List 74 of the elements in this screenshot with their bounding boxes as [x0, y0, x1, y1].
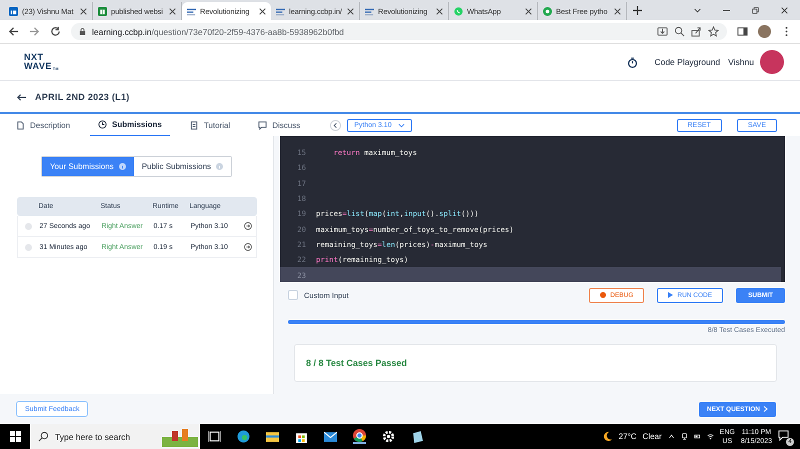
arrow-circle-icon[interactable]	[244, 222, 252, 230]
plus-icon[interactable]	[633, 6, 642, 14]
checkbox[interactable]	[288, 290, 298, 300]
address-field[interactable]: learning.ccbp.in/question/73e70f20-2f59-4376-aa8b-5938962b0fbd	[71, 23, 727, 40]
tab[interactable]: Description	[8, 114, 78, 136]
speech-bubble-icon	[258, 120, 268, 130]
document-icon	[16, 120, 25, 130]
search-placeholder: Type here to search	[55, 432, 130, 442]
lock-icon	[79, 28, 86, 35]
collapse-button[interactable]	[330, 120, 342, 130]
clock-icon	[98, 120, 108, 129]
circle-icon	[543, 6, 552, 16]
notification-icon[interactable]	[778, 430, 789, 440]
lines-icon	[276, 6, 285, 16]
back-icon[interactable]	[8, 26, 19, 37]
battery-icon[interactable]	[694, 433, 701, 440]
mail-icon[interactable]	[324, 430, 337, 443]
status-dot	[25, 244, 32, 250]
spreadsheet-icon	[98, 6, 107, 16]
submissions-toggle[interactable]: Your Submissions	[42, 157, 134, 176]
lines-icon	[365, 6, 374, 16]
user-name: Vishnu	[728, 57, 754, 67]
info-icon	[216, 163, 224, 170]
close-icon[interactable]	[781, 6, 788, 14]
chevron-right-icon	[763, 406, 768, 412]
chevron-left-icon	[332, 122, 340, 128]
linkedin-icon	[9, 6, 18, 16]
playground-link[interactable]: Code Playground	[654, 57, 720, 67]
close-icon[interactable]	[80, 8, 87, 14]
task-view-icon[interactable]	[208, 430, 221, 443]
info-icon	[118, 163, 126, 170]
chrome-icon[interactable]	[353, 429, 366, 444]
close-icon[interactable]	[169, 8, 176, 14]
share-icon[interactable]	[691, 26, 702, 37]
notepad-icon	[190, 120, 199, 130]
notepad-icon[interactable]	[411, 430, 424, 443]
user-avatar[interactable]	[760, 50, 784, 74]
wifi-icon[interactable]	[706, 433, 714, 440]
gear-icon[interactable]	[382, 430, 395, 443]
result-card: 8 / 8 Test Cases Passed	[294, 344, 777, 382]
caret-up-icon[interactable]	[668, 433, 675, 440]
tab[interactable]: Tutorial	[182, 114, 238, 136]
chevron-down-icon[interactable]	[694, 6, 701, 14]
profile-avatar[interactable]	[758, 25, 771, 38]
status-dot	[25, 222, 32, 230]
close-icon[interactable]	[614, 8, 621, 14]
chat-icon	[454, 6, 463, 16]
tab[interactable]: Discuss	[250, 114, 308, 136]
arrow-circle-icon[interactable]	[244, 243, 252, 251]
close-icon[interactable]	[347, 8, 354, 14]
taskbar-search-field[interactable]: Type here to search	[30, 424, 200, 449]
forward-icon[interactable]	[29, 26, 40, 37]
temperature: 27°C	[618, 432, 637, 441]
windows-icon[interactable]	[10, 431, 20, 442]
page-title: APRIL 2ND 2023 (L1)	[35, 92, 130, 102]
moon-icon	[602, 431, 613, 442]
weather-text: Clear	[642, 432, 662, 441]
search-icon	[38, 431, 49, 442]
sidebar-icon[interactable]	[737, 26, 748, 37]
bug-icon	[600, 292, 606, 298]
lines-icon	[187, 6, 196, 16]
stopwatch-icon[interactable]	[627, 56, 638, 68]
star-icon[interactable]	[708, 26, 719, 37]
play-icon	[668, 292, 674, 298]
close-icon[interactable]	[259, 8, 266, 14]
close-icon[interactable]	[525, 8, 532, 14]
folder-icon[interactable]	[266, 430, 279, 443]
close-icon[interactable]	[436, 8, 443, 14]
install-icon[interactable]	[657, 26, 668, 37]
restore-icon[interactable]	[752, 6, 759, 14]
zoom-icon[interactable]	[674, 26, 685, 37]
url-text: learning.ccbp.in/question/73e70f20-2f59-4376-aa8b-5938962b0fbd	[92, 26, 344, 36]
reload-icon[interactable]	[50, 26, 61, 37]
chevron-down-icon	[398, 122, 405, 128]
